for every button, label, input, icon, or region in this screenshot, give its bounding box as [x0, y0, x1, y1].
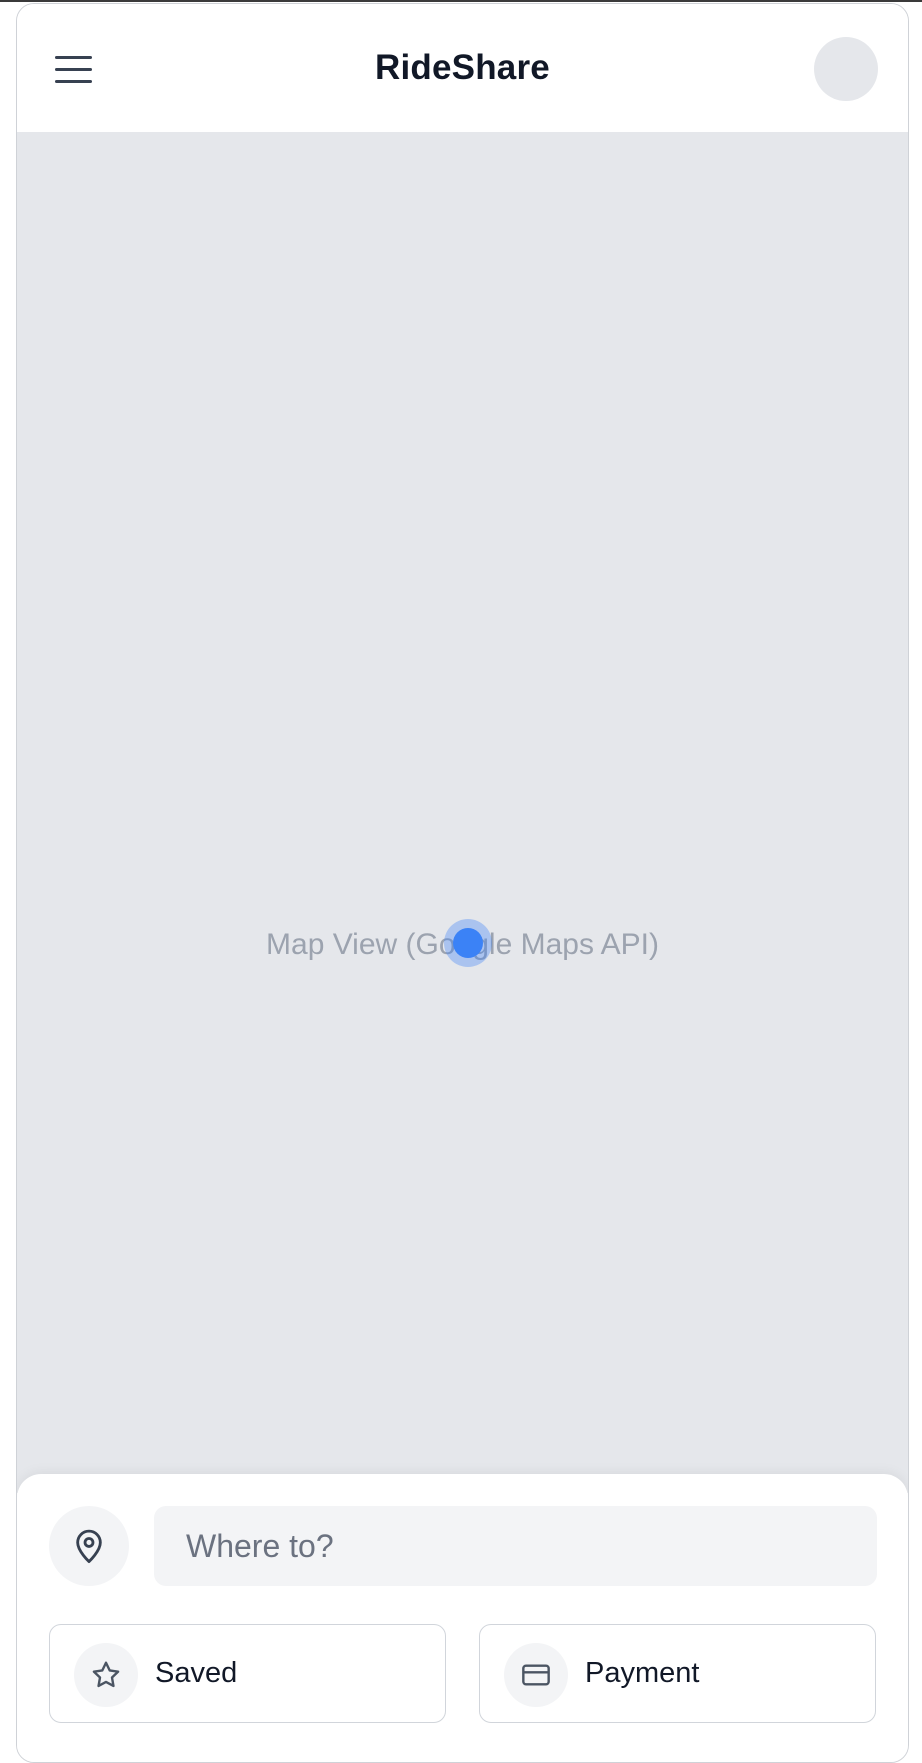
- window-top-edge: [0, 0, 922, 2]
- app-header: RideShare: [17, 4, 908, 133]
- destination-search-input[interactable]: [154, 1506, 877, 1586]
- saved-button-label: Saved: [155, 1657, 238, 1689]
- credit-card-icon: [504, 1643, 568, 1707]
- app-title: RideShare: [375, 48, 550, 87]
- payment-button-label: Payment: [585, 1657, 700, 1689]
- bottom-sheet: Saved Payment: [17, 1474, 908, 1762]
- saved-button[interactable]: Saved: [49, 1624, 446, 1723]
- app-frame: RideShare Map View (Google Maps API) Sav…: [16, 3, 909, 1763]
- star-icon: [74, 1643, 138, 1707]
- current-location-dot: [453, 928, 483, 958]
- user-avatar[interactable]: [814, 37, 878, 101]
- map-pin-icon: [49, 1506, 129, 1586]
- map-view[interactable]: Map View (Google Maps API): [17, 133, 908, 1493]
- payment-button[interactable]: Payment: [479, 1624, 876, 1723]
- current-location-marker: [444, 919, 492, 967]
